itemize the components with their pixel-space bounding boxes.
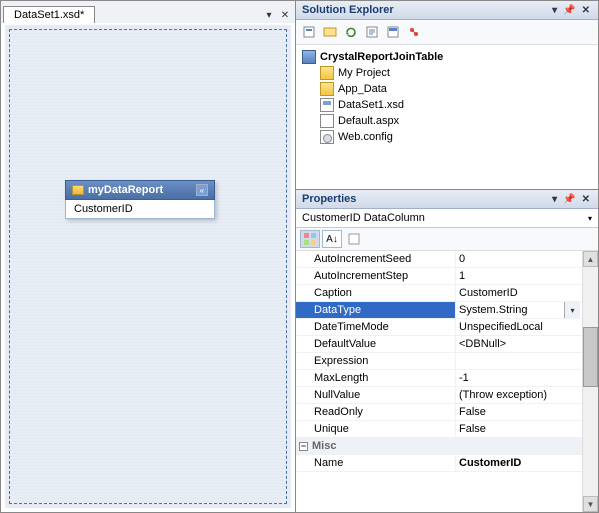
collapse-icon[interactable]: « [196, 184, 208, 196]
tab-title: DataSet1.xsd* [14, 9, 84, 21]
view-code-icon[interactable] [363, 23, 381, 41]
property-row[interactable]: UniqueFalse [296, 421, 582, 438]
solution-explorer-toolbar [296, 20, 598, 45]
data-column-cell[interactable]: CustomerID [65, 200, 215, 219]
tree-item[interactable]: Web.config [302, 129, 592, 145]
categorized-icon[interactable] [300, 230, 320, 248]
property-name: DateTimeMode [296, 319, 456, 335]
document-tab[interactable]: DataSet1.xsd* [3, 6, 95, 23]
chevron-down-icon[interactable]: ▾ [588, 214, 592, 223]
data-table-header[interactable]: myDataReport « [65, 180, 215, 200]
selected-object: CustomerID DataColumn [302, 212, 425, 224]
properties-page-icon[interactable] [344, 230, 364, 248]
file-icon [320, 114, 334, 128]
property-value[interactable]: CustomerID [456, 455, 582, 471]
property-row[interactable]: AutoIncrementSeed0 [296, 251, 582, 268]
property-name: AutoIncrementSeed [296, 251, 456, 267]
tree-item-label: Default.aspx [338, 115, 399, 127]
property-name: Unique [296, 421, 456, 437]
property-value[interactable]: UnspecifiedLocal [456, 319, 582, 335]
property-category[interactable]: −Misc [296, 438, 582, 455]
property-value[interactable]: 1 [456, 268, 582, 284]
tree-item-label: App_Data [338, 83, 387, 95]
alphabetical-icon[interactable]: A↓ [322, 230, 342, 248]
file-icon [320, 98, 334, 112]
file-icon [320, 130, 334, 144]
property-value[interactable]: <DBNull> [456, 336, 582, 352]
property-name: NullValue [296, 387, 456, 403]
property-row[interactable]: AutoIncrementStep1 [296, 268, 582, 285]
tree-item-label: DataSet1.xsd [338, 99, 404, 111]
property-name: MaxLength [296, 370, 456, 386]
property-row[interactable]: NullValue(Throw exception) [296, 387, 582, 404]
panel-close-icon[interactable]: ✕ [580, 5, 592, 16]
view-diagram-icon[interactable] [405, 23, 423, 41]
solution-tree: CrystalReportJoinTable My Project App_Dat… [296, 45, 598, 149]
scrollbar[interactable]: ▲ ▼ [582, 251, 598, 512]
property-name: Expression [296, 353, 456, 369]
property-name: ReadOnly [296, 404, 456, 420]
property-name: Name [296, 455, 456, 471]
collapse-toggle-icon[interactable]: − [299, 442, 308, 451]
scroll-up-icon[interactable]: ▲ [583, 251, 598, 267]
tree-item[interactable]: DataSet1.xsd [302, 97, 592, 113]
property-row[interactable]: NameCustomerID [296, 455, 582, 472]
panel-menu-icon[interactable]: ▾ [550, 194, 559, 205]
data-table-icon [72, 185, 84, 195]
scroll-thumb[interactable] [583, 327, 598, 387]
panel-close-icon[interactable]: ✕ [580, 194, 592, 205]
property-row[interactable]: DateTimeModeUnspecifiedLocal [296, 319, 582, 336]
properties-header: Properties ▾ 📌 ✕ [296, 190, 598, 209]
property-row[interactable]: MaxLength-1 [296, 370, 582, 387]
dropdown-button[interactable]: ▾ [564, 302, 580, 318]
property-name: DataType [296, 302, 456, 318]
tree-item[interactable]: My Project [302, 65, 592, 81]
property-value[interactable]: System.String▾ [456, 302, 582, 318]
scroll-down-icon[interactable]: ▼ [583, 496, 598, 512]
show-all-icon[interactable] [321, 23, 339, 41]
properties-icon[interactable] [300, 23, 318, 41]
property-grid: AutoIncrementSeed0AutoIncrementStep1Capt… [296, 251, 598, 512]
file-icon [320, 66, 334, 80]
view-designer-icon[interactable] [384, 23, 402, 41]
panel-pin-icon[interactable]: 📌 [561, 194, 577, 205]
property-row[interactable]: DataTypeSystem.String▾ [296, 302, 582, 319]
property-name: Caption [296, 285, 456, 301]
property-value[interactable]: -1 [456, 370, 582, 386]
property-row[interactable]: CaptionCustomerID [296, 285, 582, 302]
solution-explorer-header: Solution Explorer ▾ 📌 ✕ [296, 1, 598, 20]
project-node[interactable]: CrystalReportJoinTable [302, 49, 592, 65]
panel-menu-icon[interactable]: ▾ [550, 5, 559, 16]
tab-menu-icon[interactable]: ▾ [263, 9, 275, 21]
property-name: DefaultValue [296, 336, 456, 352]
property-value[interactable]: False [456, 404, 582, 420]
property-value[interactable] [456, 353, 582, 369]
property-name: AutoIncrementStep [296, 268, 456, 284]
property-row[interactable]: Expression [296, 353, 582, 370]
panel-title: Solution Explorer [302, 4, 394, 16]
project-icon [302, 50, 316, 64]
panel-pin-icon[interactable]: 📌 [561, 5, 577, 16]
refresh-icon[interactable] [342, 23, 360, 41]
data-table-widget[interactable]: myDataReport « CustomerID [65, 180, 215, 219]
tree-item[interactable]: Default.aspx [302, 113, 592, 129]
document-tab-strip: DataSet1.xsd* ▾ ✕ [1, 1, 295, 23]
tab-close-icon[interactable]: ✕ [279, 9, 291, 21]
tree-item-label: Web.config [338, 131, 393, 143]
xsd-designer-surface[interactable]: myDataReport « CustomerID [3, 25, 293, 510]
property-value[interactable]: False [456, 421, 582, 437]
panel-title: Properties [302, 193, 356, 205]
tree-item-label: My Project [338, 67, 390, 79]
property-row[interactable]: ReadOnlyFalse [296, 404, 582, 421]
property-value[interactable]: 0 [456, 251, 582, 267]
property-row[interactable]: DefaultValue<DBNull> [296, 336, 582, 353]
data-table-name: myDataReport [88, 184, 163, 196]
property-value[interactable]: (Throw exception) [456, 387, 582, 403]
project-label: CrystalReportJoinTable [320, 51, 443, 63]
property-value[interactable]: CustomerID [456, 285, 582, 301]
file-icon [320, 82, 334, 96]
properties-toolbar: A↓ [296, 228, 598, 251]
property-object-selector[interactable]: CustomerID DataColumn ▾ [296, 209, 598, 228]
tree-item[interactable]: App_Data [302, 81, 592, 97]
